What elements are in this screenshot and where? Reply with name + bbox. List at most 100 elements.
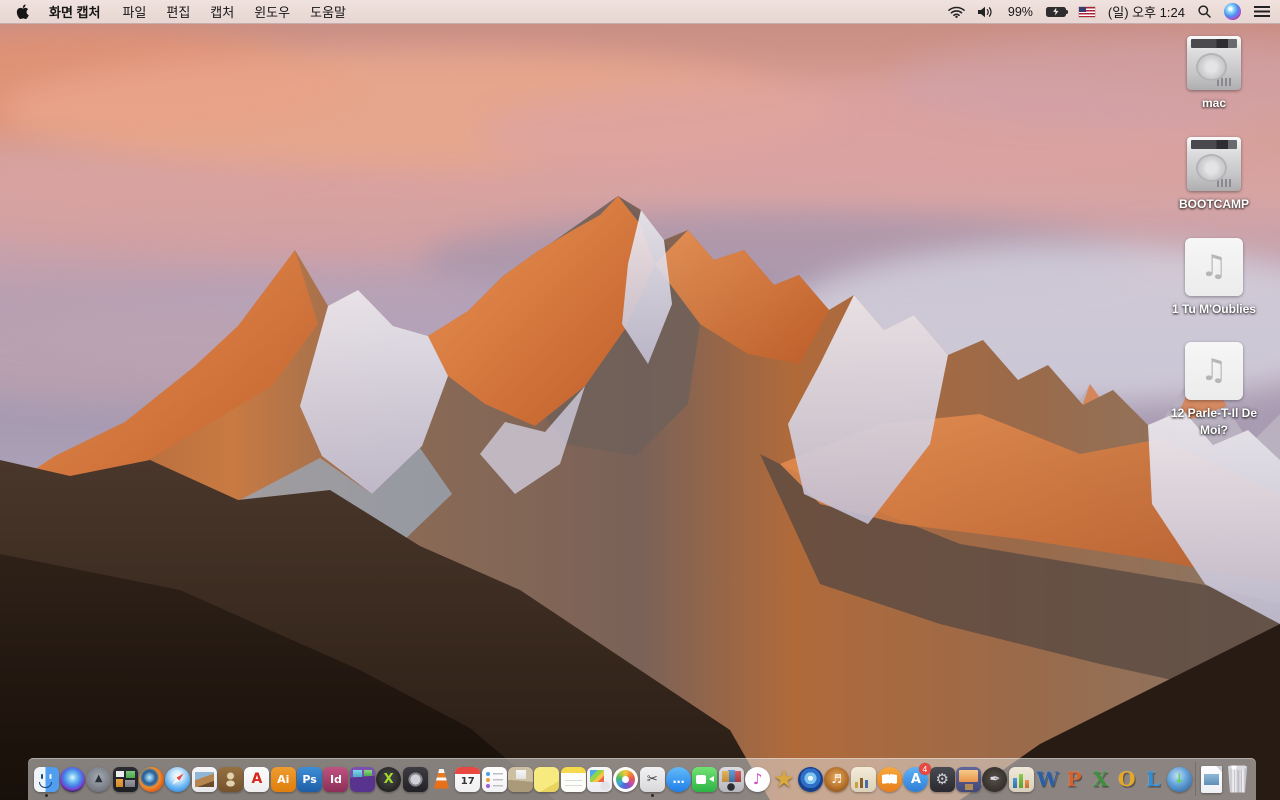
- dock-indesign[interactable]: Id: [323, 762, 349, 796]
- stickies-icon: [534, 766, 560, 792]
- desktop-icon-bootcamp[interactable]: BOOTCAMP: [1160, 136, 1268, 213]
- dock-stickies[interactable]: [534, 762, 560, 796]
- dock-macx-dvd[interactable]: X: [376, 762, 402, 796]
- dock-finder[interactable]: [33, 762, 59, 797]
- dock-preview[interactable]: [191, 762, 217, 796]
- dvd-player-icon: [797, 766, 823, 792]
- music-note-glyph: ♫: [1200, 248, 1228, 284]
- dock-pages[interactable]: ✒: [982, 762, 1008, 796]
- finder-icon: [33, 766, 59, 792]
- menu-item-4[interactable]: 윈도우: [244, 0, 300, 23]
- apple-menu[interactable]: [10, 0, 39, 23]
- dock-facetime[interactable]: [692, 762, 718, 796]
- dock-photos[interactable]: [613, 762, 639, 796]
- illustrator-icon: Ai: [270, 766, 296, 792]
- dock-trash[interactable]: [1225, 762, 1251, 796]
- dock-garageband[interactable]: ♬: [824, 762, 850, 796]
- battery-percent: 99%: [1007, 4, 1033, 19]
- dock-keynote[interactable]: [956, 762, 982, 796]
- notification-center-icon[interactable]: [1254, 0, 1270, 23]
- menu-item-5[interactable]: 도움말: [300, 0, 356, 23]
- dock-stuffit-expander[interactable]: [507, 762, 533, 796]
- vlc-icon: [429, 767, 454, 792]
- dock-photo-booth[interactable]: [718, 762, 744, 796]
- dock-numbers[interactable]: [1008, 762, 1034, 796]
- excel-icon: X: [1088, 767, 1113, 792]
- desktop-icon-parle-t-il-de-moi[interactable]: ♫ 12 Parle-T-Il De Moi?: [1160, 342, 1268, 439]
- dock-calendar[interactable]: 17: [455, 762, 481, 796]
- dock-itunes[interactable]: ♪: [745, 762, 771, 796]
- notes-icon: [560, 766, 586, 792]
- dock-powerpoint[interactable]: P: [1061, 762, 1087, 796]
- desktop-icon-mac[interactable]: mac: [1160, 36, 1268, 112]
- dock-disc-burner[interactable]: [402, 762, 428, 796]
- macx-dvd-glyph: X: [383, 771, 394, 787]
- menu-item-1[interactable]: 파일: [112, 0, 156, 23]
- dock-excel[interactable]: X: [1087, 762, 1113, 796]
- indesign-glyph: Id: [329, 772, 342, 786]
- dock-system-preferences[interactable]: ⚙: [929, 762, 955, 796]
- battery-charging-icon[interactable]: [1045, 0, 1069, 23]
- pages-glyph: ✒: [989, 771, 1001, 787]
- siri-icon[interactable]: [1224, 0, 1241, 23]
- reminders-icon: [481, 766, 507, 792]
- dock-vlc[interactable]: [428, 762, 454, 796]
- photoshop-glyph: Ps: [302, 772, 317, 786]
- lync-glyph: L: [1146, 767, 1161, 791]
- dock-reminders[interactable]: [481, 762, 507, 796]
- wallpaper: [0, 24, 1280, 800]
- image-capture-icon: [587, 766, 613, 792]
- dock-launchpad[interactable]: ▲: [86, 762, 112, 796]
- launchpad-glyph: ▲: [94, 773, 103, 784]
- desktop: mac BOOTCAMP ♫ 1 Tu M'Oublies ♫ 12 Parle-T-Il…: [0, 24, 1280, 800]
- hard-drive-icon: [1187, 136, 1241, 191]
- app-menu-title[interactable]: 화면 캡처: [39, 0, 112, 23]
- dock-app-store[interactable]: A4: [903, 762, 931, 796]
- dock-word[interactable]: W: [1035, 762, 1061, 796]
- desktop-icon-tu-moublies[interactable]: ♫ 1 Tu M'Oublies: [1160, 237, 1268, 318]
- apple-logo-icon: [16, 4, 29, 19]
- powerpoint-glyph: P: [1066, 767, 1082, 791]
- internet-downloader-icon: ↓: [1166, 766, 1192, 792]
- dock-office-documents[interactable]: [850, 762, 876, 796]
- dock-imovie[interactable]: ★: [771, 762, 797, 796]
- dock-acrobat-reader[interactable]: A: [244, 762, 270, 796]
- dock-notes[interactable]: [560, 762, 586, 796]
- dock-image-capture[interactable]: [587, 762, 613, 796]
- dock-toast-titanium[interactable]: [349, 762, 375, 796]
- dock-internet-downloader[interactable]: ↓: [1166, 762, 1192, 796]
- siri-icon: [59, 766, 85, 792]
- dock: ▲ A Ai Ps Id X 17 ✂… ♪ ★ ♬ A 4 ⚙ ✒ W P X O L ↓: [28, 758, 1256, 800]
- dock-contacts[interactable]: [218, 762, 244, 796]
- volume-icon[interactable]: [977, 0, 995, 23]
- dock-jpeg-document[interactable]: [1198, 762, 1224, 796]
- dock-messages[interactable]: …: [666, 762, 692, 796]
- preview-icon: [191, 766, 217, 792]
- safari-icon: [165, 766, 191, 792]
- itunes-glyph: ♪: [752, 769, 763, 788]
- dock-mission-control[interactable]: [112, 762, 138, 796]
- dock-ibooks[interactable]: [877, 762, 903, 796]
- keynote-icon: [956, 766, 982, 792]
- dock-illustrator[interactable]: Ai: [270, 762, 296, 796]
- menu-left: 화면 캡처 파일 편집 캡처 윈도우 도움말: [39, 0, 356, 23]
- us-flag-input-icon[interactable]: [1078, 0, 1095, 23]
- menu-clock[interactable]: (일) 오후 1:24: [1108, 2, 1185, 21]
- dock-photoshop[interactable]: Ps: [297, 762, 323, 796]
- pages-icon: ✒: [982, 766, 1008, 792]
- dock-firefox[interactable]: [138, 762, 164, 796]
- acrobat-reader-icon: A: [244, 766, 270, 792]
- imovie-icon: ★: [772, 767, 797, 792]
- menu-item-3[interactable]: 캡처: [200, 0, 244, 23]
- dock-safari[interactable]: [165, 762, 191, 796]
- wifi-icon[interactable]: [948, 0, 965, 23]
- spotlight-search-icon[interactable]: [1198, 0, 1211, 23]
- dock-grab-screen-capture[interactable]: ✂: [639, 762, 665, 797]
- grab-screen-capture-icon: ✂: [639, 766, 665, 792]
- dock-outlook[interactable]: O: [1114, 762, 1140, 796]
- dock-siri[interactable]: [59, 762, 85, 796]
- dock-dvd-player[interactable]: [797, 762, 823, 796]
- garageband-icon: ♬: [824, 766, 850, 792]
- dock-lync[interactable]: L: [1140, 762, 1166, 796]
- menu-item-2[interactable]: 편집: [156, 0, 200, 23]
